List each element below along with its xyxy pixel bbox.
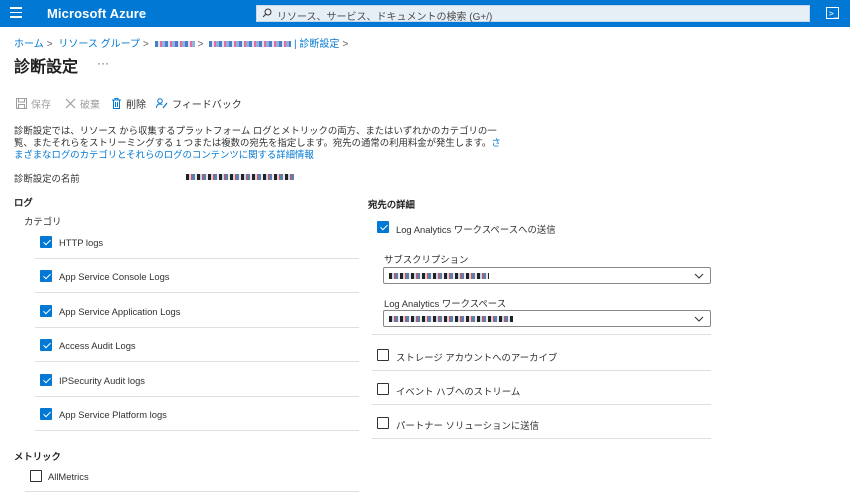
log-analytics-label: Log Analytics ワークスペースへの送信: [396, 224, 556, 235]
partner-solution-label: パートナー ソリューションに送信: [396, 420, 540, 431]
hamburger-menu-icon[interactable]: [10, 7, 22, 19]
setting-name-value-redacted: [186, 174, 294, 180]
divider: [25, 491, 359, 492]
description: 診断設定では、リソース から収集するプラットフォーム ログとメトリックの両方、ま…: [14, 125, 504, 161]
breadcrumb: ホーム > リソース グループ > > | 診断設定 >: [14, 35, 351, 50]
breadcrumb-separator: >: [342, 39, 349, 50]
platform-logs-checkbox[interactable]: [40, 408, 52, 420]
allmetrics-checkbox[interactable]: [30, 470, 42, 482]
divider: [35, 430, 359, 431]
http-logs-checkbox[interactable]: [40, 236, 52, 248]
subscription-value-redacted: [389, 273, 489, 279]
divider: [372, 404, 711, 405]
search-placeholder: リソース、サービス、ドキュメントの検索 (G+/): [277, 12, 493, 23]
subscription-dropdown[interactable]: [383, 267, 711, 284]
chevron-down-icon: [694, 273, 704, 279]
application-logs-label: App Service Application Logs: [59, 306, 181, 317]
event-hub-checkbox[interactable]: [377, 383, 389, 395]
application-logs-checkbox[interactable]: [40, 305, 52, 317]
ipsecurity-audit-logs-label: IPSecurity Audit logs: [59, 375, 145, 386]
breadcrumb-resource-groups[interactable]: リソース グループ: [58, 39, 140, 50]
divider: [35, 396, 359, 397]
breadcrumb-current[interactable]: | 診断設定: [294, 39, 339, 50]
access-audit-logs-checkbox[interactable]: [40, 339, 52, 351]
cloud-shell-icon[interactable]: >_: [826, 7, 839, 19]
breadcrumb-home[interactable]: ホーム: [14, 39, 44, 50]
logs-heading: ログ: [14, 197, 33, 208]
trash-icon: [112, 98, 121, 109]
breadcrumb-resource-group-redacted[interactable]: [154, 41, 195, 48]
console-logs-checkbox[interactable]: [40, 270, 52, 282]
ipsecurity-audit-logs-checkbox[interactable]: [40, 374, 52, 386]
save-label: 保存: [31, 100, 51, 111]
category-label: カテゴリ: [24, 216, 62, 227]
http-logs-label: HTTP logs: [59, 237, 104, 248]
workspace-label: Log Analytics ワークスペース: [384, 298, 507, 309]
breadcrumb-separator: >: [46, 39, 53, 50]
divider: [35, 361, 359, 362]
divider: [372, 438, 711, 439]
divider: [35, 258, 359, 259]
breadcrumb-separator: >: [143, 39, 149, 50]
delete-label: 削除: [126, 100, 146, 111]
discard-button[interactable]: 破棄: [65, 96, 100, 111]
metrics-heading: メトリック: [14, 451, 61, 462]
storage-account-checkbox[interactable]: [377, 349, 389, 361]
workspace-value-redacted: [389, 316, 513, 322]
close-icon: [65, 98, 76, 109]
page-title: 診断設定: [14, 59, 79, 76]
feedback-label: フィードバック: [172, 100, 242, 111]
discard-label: 破棄: [80, 100, 100, 111]
feedback-button[interactable]: フィードバック: [156, 96, 242, 111]
divider: [35, 327, 359, 328]
setting-name-label: 診断設定の名前: [14, 173, 80, 184]
workspace-dropdown[interactable]: [383, 310, 711, 327]
top-bar: Microsoft Azure リソース、サービス、ドキュメントの検索 (G+/…: [0, 0, 850, 27]
save-button[interactable]: 保存: [16, 96, 51, 111]
search-icon: [262, 8, 272, 18]
divider: [372, 370, 711, 371]
storage-account-label: ストレージ アカウントへのアーカイブ: [396, 352, 558, 363]
portal-brand[interactable]: Microsoft Azure: [47, 6, 146, 21]
global-search-input[interactable]: リソース、サービス、ドキュメントの検索 (G+/): [256, 5, 810, 23]
feedback-icon: [156, 98, 168, 109]
destination-heading: 宛先の詳細: [368, 199, 415, 210]
event-hub-label: イベント ハブへのストリーム: [396, 386, 521, 397]
subscription-label: サブスクリプション: [384, 254, 469, 265]
allmetrics-label: AllMetrics: [48, 471, 89, 482]
divider: [372, 334, 711, 335]
delete-button[interactable]: 削除: [111, 96, 146, 111]
log-analytics-checkbox[interactable]: [377, 221, 389, 233]
breadcrumb-separator: >: [197, 39, 204, 50]
description-text: 診断設定では、リソース から収集するプラットフォーム ログとメトリックの両方、ま…: [14, 125, 497, 148]
breadcrumb-app-redacted[interactable]: [209, 41, 292, 48]
partner-solution-checkbox[interactable]: [377, 417, 389, 429]
platform-logs-label: App Service Platform logs: [59, 409, 167, 420]
chevron-down-icon: [694, 316, 704, 322]
more-options-button[interactable]: ···: [97, 56, 109, 70]
divider: [35, 292, 359, 293]
access-audit-logs-label: Access Audit Logs: [59, 340, 136, 351]
save-icon: [16, 98, 27, 109]
console-logs-label: App Service Console Logs: [59, 271, 170, 282]
